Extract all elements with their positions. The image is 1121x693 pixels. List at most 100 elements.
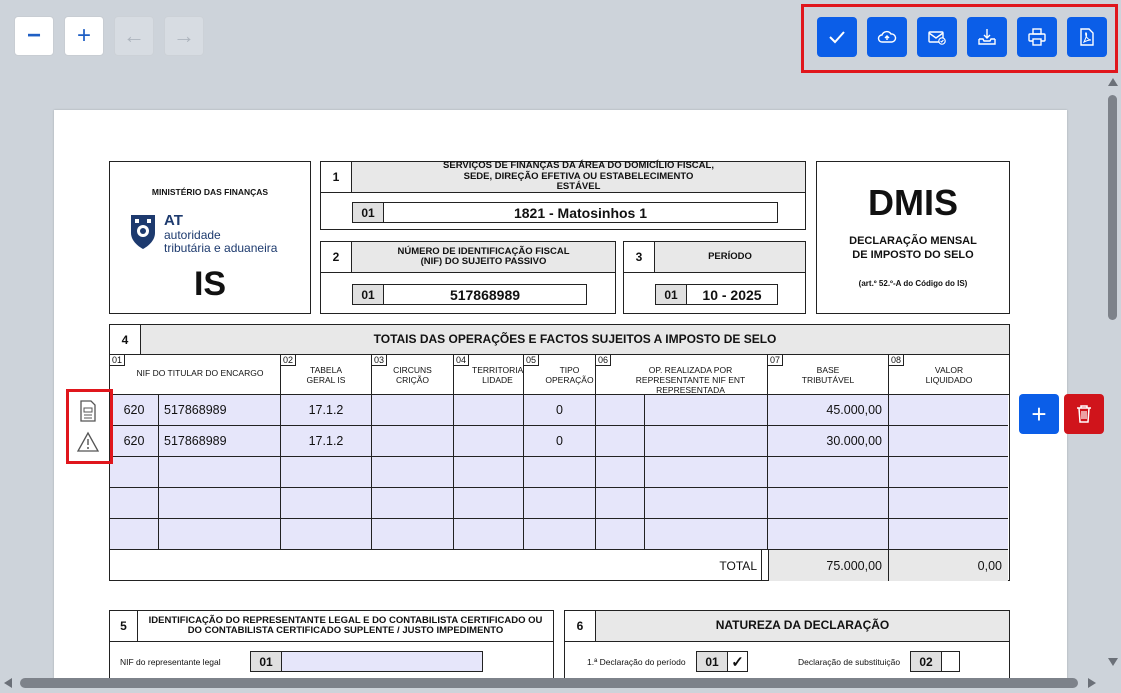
empty-cell — [110, 488, 159, 518]
zoom-in-button[interactable]: + — [64, 16, 104, 56]
empty-cell — [281, 488, 372, 518]
vertical-scroll-thumb[interactable] — [1108, 95, 1117, 320]
empty-cell — [524, 457, 596, 487]
representante-cell — [596, 395, 645, 425]
service-office-code: 01 — [352, 202, 384, 223]
empty-cell — [372, 519, 454, 549]
operations-table: 01 NIF DO TITULAR DO ENCARGO 02 TABELA GER… — [109, 355, 1010, 581]
period-value: 10 - 2025 — [687, 284, 778, 305]
section-4-number: 4 — [110, 325, 141, 354]
scroll-down-arrow[interactable] — [1108, 658, 1118, 666]
valor-cell — [889, 426, 1008, 456]
service-office-field[interactable]: 01 1821 - Matosinhos 1 — [352, 202, 778, 223]
zoom-out-button[interactable]: − — [14, 16, 54, 56]
confirm-button[interactable] — [817, 17, 857, 57]
scroll-right-arrow[interactable] — [1088, 678, 1096, 688]
add-row-button[interactable]: + — [1019, 394, 1059, 434]
first-declaration-checkbox[interactable]: 01 ✓ — [696, 651, 748, 672]
table-row[interactable] — [110, 488, 1008, 519]
dmis-article: (art.º 52.º-A do Código do IS) — [858, 279, 968, 288]
empty-cell — [645, 457, 768, 487]
circunscricao-cell — [372, 395, 454, 425]
print-button[interactable] — [1017, 17, 1057, 57]
section-4-title: TOTAIS DAS OPERAÇÕES E FACTOS SUJEITOS A… — [141, 325, 1009, 354]
code-cell: 620 — [110, 426, 159, 456]
empty-cell — [645, 488, 768, 518]
table-row[interactable]: 620 517868989 17.1.2 0 45.000,00 — [110, 395, 1008, 426]
warning-icon[interactable] — [76, 431, 100, 458]
representante-cell — [596, 426, 645, 456]
empty-cell — [524, 488, 596, 518]
table-row[interactable] — [110, 457, 1008, 488]
section-1-title: SERVIÇOS DE FINANÇAS DA ÁREA DO DOMICÍLI… — [352, 161, 805, 193]
tabela-cell: 17.1.2 — [281, 426, 372, 456]
nif-field[interactable]: 01 517868989 — [352, 284, 587, 305]
trash-icon — [1077, 405, 1091, 423]
nif-cell: 517868989 — [159, 426, 281, 456]
territorialidade-cell — [454, 426, 524, 456]
horizontal-scroll-thumb[interactable] — [20, 678, 1078, 688]
section-3-number: 3 — [624, 242, 655, 273]
first-declaration-label: 1.ª Declaração do período — [587, 657, 686, 667]
section-3-box: 3 PERÍODO 01 10 - 2025 — [623, 241, 806, 314]
nif-ent-cell — [645, 395, 768, 425]
download-button[interactable] — [967, 17, 1007, 57]
empty-cell — [159, 488, 281, 518]
territorialidade-cell — [454, 395, 524, 425]
printer-icon — [1028, 28, 1046, 46]
scroll-left-arrow[interactable] — [4, 678, 12, 688]
empty-cell — [596, 457, 645, 487]
section-6-title: NATUREZA DA DECLARAÇÃO — [596, 611, 1009, 642]
dmis-box: DMIS DECLARAÇÃO MENSAL DE IMPOSTO DO SEL… — [816, 161, 1010, 314]
col-header-07: 07 BASE TRIBUTÁVEL — [768, 355, 889, 395]
submit-mail-button[interactable] — [917, 17, 957, 57]
col-header-08: 08 VALOR LIQUIDADO — [889, 355, 1009, 395]
horizontal-scrollbar[interactable] — [0, 675, 1121, 693]
forward-button[interactable]: → — [164, 16, 204, 56]
total-base: 75.000,00 — [768, 550, 889, 581]
empty-cell — [159, 457, 281, 487]
envelope-check-icon — [928, 31, 946, 45]
declaration-page: MINISTÉRIO DAS FINANÇAS AT autoridade tr… — [54, 110, 1067, 680]
empty-cell — [159, 519, 281, 549]
document-icon[interactable] — [79, 400, 97, 427]
section-1-box: 1 SERVIÇOS DE FINANÇAS DA ÁREA DO DOMICÍ… — [320, 161, 806, 230]
legal-rep-code: 01 — [250, 651, 282, 672]
at-line2: tributária e aduaneira — [164, 241, 278, 255]
total-row: TOTAL 75.000,00 0,00 — [110, 550, 1008, 581]
first-declaration-check: ✓ — [728, 651, 748, 672]
first-declaration-code: 01 — [696, 651, 728, 672]
dmis-subtitle: DECLARAÇÃO MENSAL DE IMPOSTO DO SELO — [849, 235, 977, 261]
col-header-03: 03 CIRCUNS CRIÇÃO — [372, 355, 454, 395]
valor-cell — [889, 395, 1008, 425]
table-row[interactable] — [110, 519, 1008, 550]
upload-button[interactable] — [867, 17, 907, 57]
legal-rep-field[interactable]: 01 — [250, 651, 483, 672]
vertical-scrollbar[interactable] — [1105, 78, 1121, 670]
tipo-cell: 0 — [524, 426, 596, 456]
nif-cell: 517868989 — [159, 395, 281, 425]
at-line1: autoridade — [164, 228, 221, 242]
col-header-06: 06 OP. REALIZADA POR REPRESENTANTE NIF EN… — [596, 355, 768, 395]
col-header-04: 04 TERRITORIA LIDADE — [454, 355, 524, 395]
download-tray-icon — [978, 29, 996, 45]
table-row[interactable]: 620 517868989 17.1.2 0 30.000,00 — [110, 426, 1008, 457]
is-label: IS — [193, 265, 227, 303]
base-cell: 30.000,00 — [768, 426, 889, 456]
back-button[interactable]: ← — [114, 16, 154, 56]
col-header-01: 01 NIF DO TITULAR DO ENCARGO — [110, 355, 281, 395]
legal-rep-label: NIF do representante legal — [120, 657, 221, 667]
scroll-up-arrow[interactable] — [1108, 78, 1118, 86]
pdf-icon — [1080, 28, 1094, 46]
section-5-box: 5 IDENTIFICAÇÃO DO REPRESENTANTE LEGAL E… — [109, 610, 554, 680]
nif-code: 01 — [352, 284, 384, 305]
empty-cell — [768, 457, 889, 487]
empty-cell — [372, 457, 454, 487]
at-logo-icon — [131, 215, 155, 249]
at-header-box: MINISTÉRIO DAS FINANÇAS AT autoridade tr… — [109, 161, 311, 314]
period-field[interactable]: 01 10 - 2025 — [655, 284, 778, 305]
empty-cell — [524, 519, 596, 549]
pdf-button[interactable] — [1067, 17, 1107, 57]
substitution-checkbox[interactable]: 02 — [910, 651, 960, 672]
delete-row-button[interactable] — [1064, 394, 1104, 434]
